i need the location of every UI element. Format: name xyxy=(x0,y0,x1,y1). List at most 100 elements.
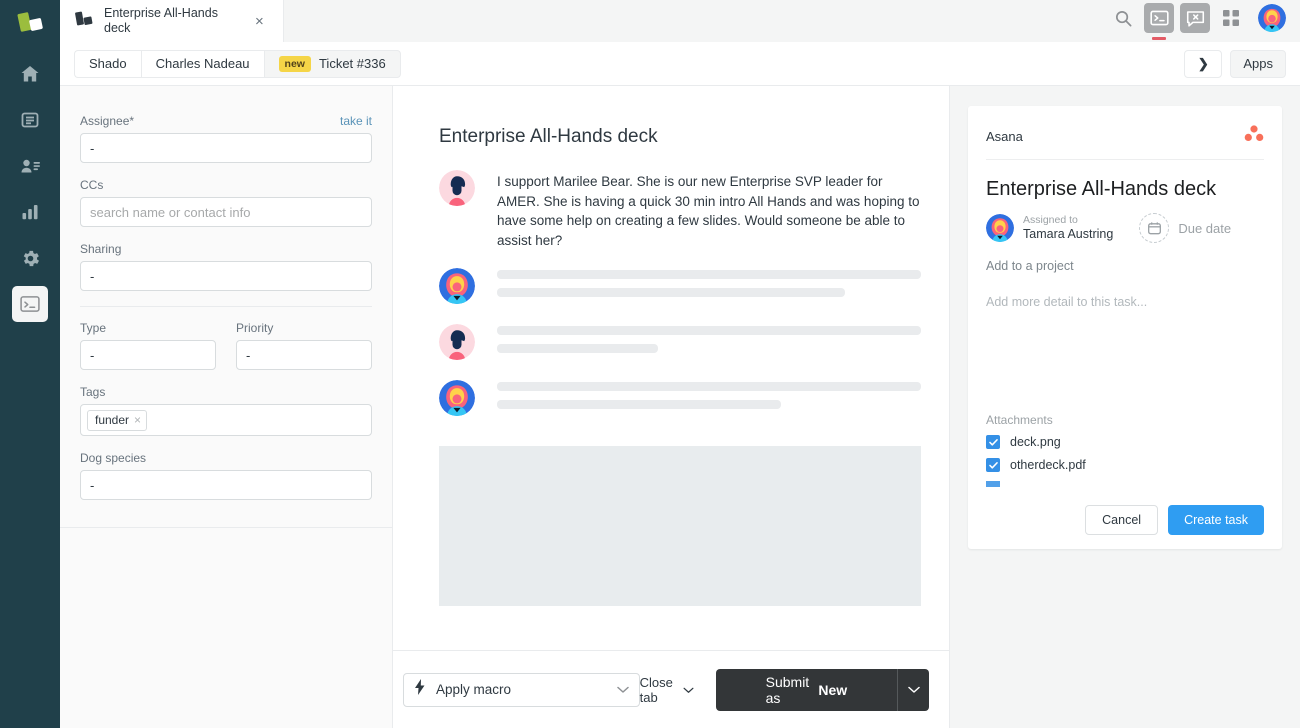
cancel-button[interactable]: Cancel xyxy=(1085,505,1159,535)
avatar[interactable] xyxy=(1258,4,1286,32)
top-bar: Enterprise All-Hands deck × xyxy=(60,0,1300,42)
zendesk-logo[interactable] xyxy=(0,2,60,44)
sidebar-item-admin[interactable] xyxy=(12,240,48,276)
ticket-body: Assignee* take it - CCs search name or c… xyxy=(60,86,1300,728)
priority-input[interactable]: - xyxy=(236,340,372,370)
apply-macro-label: Apply macro xyxy=(436,682,512,697)
dog-species-input[interactable]: - xyxy=(80,470,372,500)
deck-file-icon xyxy=(74,10,96,33)
attachment-row[interactable]: deck.png xyxy=(986,435,1264,449)
sidebar-item-customers[interactable] xyxy=(12,148,48,184)
sidebar-item-reporting[interactable] xyxy=(12,194,48,230)
reporting-icon xyxy=(20,202,40,222)
gear-icon xyxy=(20,248,41,269)
tags-input[interactable]: funder × xyxy=(80,404,372,436)
attachment-row[interactable]: otherdeck.pdf xyxy=(986,458,1264,472)
field-dog-species: Dog species - xyxy=(80,451,372,500)
sidebar-item-home[interactable] xyxy=(12,56,48,92)
type-input[interactable]: - xyxy=(80,340,216,370)
status-badge: new xyxy=(278,55,311,72)
field-type: Type - xyxy=(80,321,216,370)
lightning-icon xyxy=(414,679,426,700)
calendar-icon xyxy=(1139,213,1170,243)
skeleton-line xyxy=(497,270,921,279)
asana-app-card: Asana Enterprise All-Hands deck Assigned… xyxy=(968,106,1282,549)
skeleton-line xyxy=(497,288,845,297)
breadcrumb-item-ticket[interactable]: new Ticket #336 xyxy=(263,49,401,78)
asana-assignee[interactable]: Assigned to Tamara Austring xyxy=(986,214,1113,242)
home-icon xyxy=(20,64,40,84)
apply-macro-dropdown[interactable]: Apply macro xyxy=(403,672,640,707)
sharing-input[interactable]: - xyxy=(80,261,372,291)
checkbox-checked-icon[interactable] xyxy=(986,458,1000,472)
avatar xyxy=(986,214,1014,242)
field-sharing: Sharing - xyxy=(80,242,372,291)
breadcrumb-item-user[interactable]: Charles Nadeau xyxy=(140,49,264,78)
attachment-name: deck.png xyxy=(1010,435,1061,449)
page-title: Enterprise All-Hands deck xyxy=(439,126,658,147)
asana-app-name: Asana xyxy=(986,128,1023,144)
message-body xyxy=(497,268,921,306)
ticket-properties-panel: Assignee* take it - CCs search name or c… xyxy=(60,86,393,728)
skeleton-line xyxy=(497,382,921,391)
close-tab-label: Close tab xyxy=(639,674,673,705)
checkbox-checked-icon[interactable] xyxy=(986,481,1000,487)
asana-task-title: Enterprise All-Hands deck xyxy=(986,178,1217,200)
submit-button[interactable]: Submit as New xyxy=(715,668,899,711)
breadcrumb-tab-bar: Shado Charles Nadeau new Ticket #336 ❯ A… xyxy=(60,42,1300,86)
tabbar-actions: ❯ Apps xyxy=(1184,49,1286,78)
ticket-properties-form: Assignee* take it - CCs search name or c… xyxy=(60,86,392,515)
close-icon[interactable]: × xyxy=(252,11,267,32)
asana-logo xyxy=(1244,124,1264,148)
apps-button[interactable]: Apps xyxy=(1230,49,1286,78)
workspace-right: Enterprise All-Hands deck × Shado Charle… xyxy=(60,0,1300,728)
message-text: I support Marilee Bear. She is our new E… xyxy=(497,174,920,248)
chevron-right-icon[interactable]: ❯ xyxy=(1184,49,1223,78)
close-icon[interactable]: × xyxy=(134,413,141,427)
terminal-icon[interactable] xyxy=(1144,3,1174,33)
chat-dismiss-icon[interactable] xyxy=(1180,3,1210,33)
asana-actions: Cancel Create task xyxy=(986,505,1264,535)
assignee-name: Tamara Austring xyxy=(1023,227,1114,241)
document-tab[interactable]: Enterprise All-Hands deck × xyxy=(60,0,284,42)
close-tab-button[interactable]: Close tab xyxy=(640,675,694,705)
conversation-scroll[interactable]: Enterprise All-Hands deck I support Mari… xyxy=(393,86,949,650)
assignee-label: Assignee* xyxy=(80,114,135,128)
task-detail-input[interactable]: Add more detail to this task... xyxy=(986,295,1264,309)
ccs-input[interactable]: search name or contact info xyxy=(80,197,372,227)
submit-prefix: Submit as xyxy=(765,673,810,706)
search-icon[interactable] xyxy=(1108,3,1138,33)
form-empty-space xyxy=(60,528,392,728)
customers-icon xyxy=(20,156,41,176)
checkbox-checked-icon[interactable] xyxy=(986,435,1000,449)
assignee-input[interactable]: - xyxy=(80,133,372,163)
views-icon xyxy=(20,110,40,130)
message-item xyxy=(439,380,921,418)
message-item: I support Marilee Bear. She is our new E… xyxy=(439,170,921,250)
create-task-button[interactable]: Create task xyxy=(1168,505,1264,535)
tags-label: Tags xyxy=(80,385,106,399)
attachment-image-placeholder[interactable] xyxy=(439,446,921,606)
avatar xyxy=(439,170,475,206)
message-body: I support Marilee Bear. She is our new E… xyxy=(497,170,921,250)
message-body xyxy=(497,380,921,418)
asana-due-date-button[interactable]: Due date xyxy=(1139,213,1231,243)
asana-assignee-text: Assigned to Tamara Austring xyxy=(1023,214,1113,242)
add-to-project-button[interactable]: Add to a project xyxy=(986,259,1264,273)
submit-button-group: Submit as New xyxy=(715,668,929,711)
skeleton-line xyxy=(497,344,659,353)
priority-label: Priority xyxy=(236,321,274,335)
breadcrumb-item-brand[interactable]: Shado xyxy=(74,49,141,78)
type-label: Type xyxy=(80,321,107,335)
field-assignee-head: Assignee* take it xyxy=(80,114,372,128)
apps-panel: Asana Enterprise All-Hands deck Assigned… xyxy=(950,86,1300,728)
take-it-link[interactable]: take it xyxy=(340,114,372,128)
rail-item-list xyxy=(0,56,60,332)
breadcrumb: Shado Charles Nadeau new Ticket #336 xyxy=(74,49,401,78)
attachment-row-clipped[interactable] xyxy=(986,481,1264,487)
submit-options-button[interactable] xyxy=(898,668,929,711)
sidebar-item-apps[interactable] xyxy=(12,286,48,322)
composer-toolbar: Apply macro Close tab Submit as New xyxy=(393,650,949,728)
grid-icon[interactable] xyxy=(1216,3,1246,33)
sidebar-item-views[interactable] xyxy=(12,102,48,138)
